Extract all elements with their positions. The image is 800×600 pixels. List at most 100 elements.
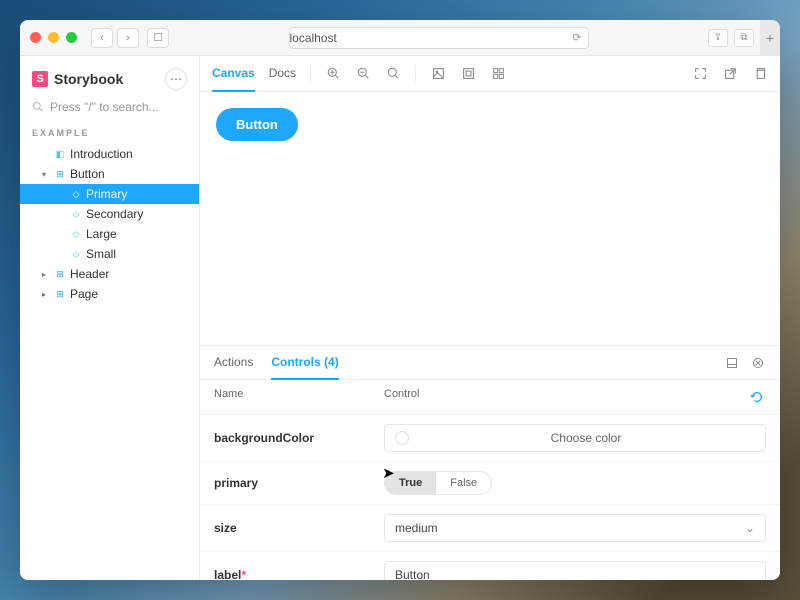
text-input[interactable] [384, 561, 766, 580]
select-value: medium [395, 521, 438, 535]
close-panel-icon[interactable] [750, 355, 766, 371]
reset-controls-button[interactable] [748, 388, 766, 406]
brand-name: Storybook [54, 71, 123, 87]
separator [415, 65, 416, 83]
tree-item-primary[interactable]: ◇ Primary [20, 184, 199, 204]
caret-icon: ▸ [42, 290, 50, 299]
search-input[interactable]: Press "/" to search... [32, 100, 187, 114]
main-panel: CanvasDocs Button ActionsControls ( [200, 56, 780, 580]
color-swatch-icon [395, 431, 409, 445]
bool-option-false[interactable]: False [436, 472, 491, 494]
grid-icon[interactable] [490, 66, 506, 82]
component-icon: ⊞ [55, 269, 65, 279]
controls-header: Name Control [200, 380, 780, 415]
addons-panel: Actions Controls (4) Name Control backgro… [200, 345, 780, 580]
address-bar[interactable]: localhost ⟳ [289, 27, 589, 49]
separator [310, 65, 311, 83]
story-icon: ◇ [71, 229, 81, 239]
tab-docs[interactable]: Docs [269, 56, 296, 92]
address-wrap: localhost ⟳ [177, 27, 700, 49]
browser-window: ‹ › ☐ localhost ⟳ ⇪ ⧉ + S Storybook ⋯ [20, 20, 780, 580]
open-new-icon[interactable] [722, 66, 738, 82]
component-icon: ⊞ [55, 169, 65, 179]
maximize-window-button[interactable] [66, 32, 77, 43]
sidebar-menu-button[interactable]: ⋯ [165, 68, 187, 90]
tree-item-small[interactable]: ◇ Small [20, 244, 199, 264]
panel-orientation-icon[interactable] [724, 355, 740, 371]
close-window-button[interactable] [30, 32, 41, 43]
story-icon: ◇ [71, 189, 81, 199]
back-button[interactable]: ‹ [91, 28, 113, 48]
refresh-icon[interactable]: ⟳ [572, 31, 587, 44]
tree-item-page[interactable]: ▸⊞Page [20, 284, 199, 304]
chevron-down-icon: ⌄ [745, 521, 755, 535]
caret-icon: ▸ [42, 270, 50, 279]
addon-tab-controls[interactable]: Controls (4) [271, 346, 338, 380]
logo-mark-icon: S [32, 71, 48, 87]
titlebar-right: ⇪ ⧉ + [708, 20, 770, 56]
story-icon: ◇ [71, 209, 81, 219]
control-row-backgroundcolor: backgroundColorChoose color [200, 415, 780, 462]
sidebar: S Storybook ⋯ Press "/" to search... EXA… [20, 56, 200, 580]
tree-item-secondary[interactable]: ◇ Secondary [20, 204, 199, 224]
search-placeholder: Press "/" to search... [50, 100, 159, 114]
tree-item-button[interactable]: ▾ ⊞ Button [20, 164, 199, 184]
zoom-in-icon[interactable] [325, 66, 341, 82]
window-controls [30, 32, 77, 43]
zoom-reset-icon[interactable] [385, 66, 401, 82]
sidebar-header: S Storybook ⋯ [20, 66, 199, 100]
zoom-out-icon[interactable] [355, 66, 371, 82]
view-tabs: Canvas Docs [212, 56, 296, 92]
col-control-header: Control [384, 388, 748, 406]
control-row-label: label* [200, 552, 780, 580]
tab-canvas[interactable]: Canvas [212, 56, 255, 92]
control-name: primary [214, 476, 384, 490]
share-button[interactable]: ⇪ [708, 29, 728, 47]
caret-icon: ▾ [42, 170, 50, 179]
viewport-icon[interactable] [460, 66, 476, 82]
addon-tools [724, 355, 766, 371]
search-icon [32, 101, 44, 113]
tree-label: Page [70, 287, 98, 301]
control-name: label* [214, 568, 384, 580]
tree-item-introduction[interactable]: ◧ Introduction [20, 144, 199, 164]
background-icon[interactable] [430, 66, 446, 82]
address-text: localhost [290, 31, 337, 45]
tree-item-header[interactable]: ▸ ⊞ Header [20, 264, 199, 284]
tree-item-large[interactable]: ◇Large [20, 224, 199, 244]
sidebar-toggle-button[interactable]: ☐ [147, 28, 169, 48]
tree-label: Small [86, 247, 116, 261]
forward-button[interactable]: › [117, 28, 139, 48]
color-placeholder: Choose color [417, 431, 755, 445]
storybook-app: S Storybook ⋯ Press "/" to search... EXA… [20, 56, 780, 580]
fullscreen-icon[interactable] [692, 66, 708, 82]
tree-label: Button [70, 167, 105, 181]
control-row-primary: primaryTrueFalse➤ [200, 462, 780, 505]
nav-buttons: ‹ › [91, 28, 139, 48]
tree-label: Primary [86, 187, 127, 201]
tree-label: Header [70, 267, 109, 281]
tree: ◧Introduction▾⊞Button◇Primary◇Secondary◇… [20, 144, 199, 304]
new-tab-button[interactable]: + [760, 20, 780, 56]
story-icon: ◇ [71, 249, 81, 259]
tree-label: Introduction [70, 147, 133, 161]
preview-button[interactable]: Button [216, 108, 298, 141]
controls-body: backgroundColorChoose colorprimaryTrueFa… [200, 415, 780, 580]
minimize-window-button[interactable] [48, 32, 59, 43]
copy-link-icon[interactable] [752, 66, 768, 82]
color-picker-button[interactable]: Choose color [384, 424, 766, 452]
addon-tabs: Actions Controls (4) [200, 346, 780, 380]
brand-logo[interactable]: S Storybook [32, 71, 123, 87]
addon-tab-actions[interactable]: Actions [214, 346, 253, 380]
control-name: size [214, 521, 384, 535]
titlebar: ‹ › ☐ localhost ⟳ ⇪ ⧉ + [20, 20, 780, 56]
tabs-button[interactable]: ⧉ [734, 29, 754, 47]
document-icon: ◧ [55, 149, 65, 159]
section-label: EXAMPLE [20, 126, 199, 140]
bool-option-true[interactable]: True [385, 472, 436, 494]
control-row-size: size medium ⌄ [200, 505, 780, 552]
tree-label: Secondary [86, 207, 143, 221]
canvas: Button [200, 92, 780, 345]
toolbar: Canvas Docs [200, 56, 780, 92]
select-input[interactable]: medium ⌄ [384, 514, 766, 542]
